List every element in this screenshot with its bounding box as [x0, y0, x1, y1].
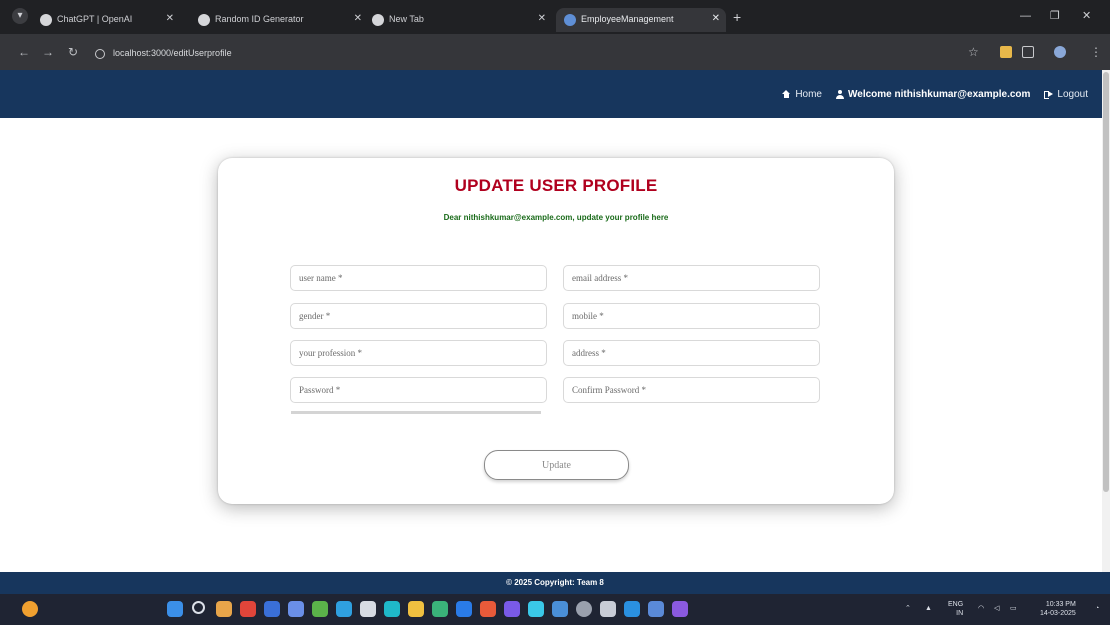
tab-favicon-icon [372, 13, 384, 26]
browser-menu-icon[interactable]: ⋮ [1090, 45, 1102, 59]
clock-date: 14-03-2025 [1040, 610, 1076, 617]
taskbar-app-icon[interactable] [456, 601, 472, 617]
os-taskbar: ⌃ ▲ ENG IN ◠ ◁ ▭ 10:33 PM 14-03-2025 ◔ [0, 594, 1110, 625]
footer-copyright: © 2025 Copyright: Team 8 [506, 578, 604, 587]
gender-input[interactable] [290, 303, 547, 329]
app-navbar: Home Welcome nithishkumar@example.com Lo… [0, 70, 1110, 118]
taskbar-app-icon[interactable] [528, 601, 544, 617]
nav-home-link[interactable]: Home [782, 89, 822, 100]
browser-tab-strip: ▾ ChatGPT | OpenAI ✕ Random ID Generator… [0, 0, 1110, 34]
tray-app-icon[interactable]: ▲ [925, 604, 932, 613]
logout-icon [1044, 90, 1054, 99]
language-line2: IN [956, 610, 964, 617]
taskbar-app-icon[interactable] [576, 601, 592, 617]
password-hint [291, 410, 541, 416]
reload-icon[interactable]: ↻ [68, 45, 78, 59]
restore-icon[interactable]: ❐ [1050, 8, 1060, 24]
page-scrollbar[interactable] [1102, 70, 1110, 572]
search-icon[interactable] [192, 601, 205, 614]
nav-welcome-user[interactable]: Welcome nithishkumar@example.com [836, 89, 1030, 100]
home-icon [782, 90, 791, 98]
taskbar-app-icon[interactable] [480, 601, 496, 617]
confirm-password-input[interactable] [563, 377, 820, 403]
taskbar-app-icon[interactable] [264, 601, 280, 617]
tab-favicon-icon [40, 13, 52, 26]
language-indicator[interactable]: ENG IN [948, 600, 963, 618]
password-hint-scribble [291, 411, 541, 414]
taskbar-app-icon[interactable] [240, 601, 256, 617]
form-subtitle: Dear nithishkumar@example.com, update yo… [443, 213, 669, 222]
welcome-text: Welcome nithishkumar@example.com [848, 88, 1031, 100]
tab-label: EmployeeManagement [581, 14, 674, 24]
address-input[interactable] [563, 340, 820, 366]
nav-logout-link[interactable]: Logout [1044, 89, 1088, 100]
battery-icon[interactable]: ▭ [1010, 604, 1017, 613]
tab-favicon-icon [198, 13, 210, 26]
taskbar-app-icon[interactable] [288, 601, 304, 617]
user-icon [836, 89, 844, 99]
scrollbar-thumb[interactable] [1103, 72, 1109, 492]
page-title: UPDATE USER PROFILE [454, 176, 658, 195]
volume-icon[interactable]: ◁ [994, 604, 999, 613]
wifi-icon[interactable]: ◠ [978, 604, 984, 613]
url-text: localhost:3000/editUserprofile [113, 48, 232, 58]
tab-label: Random ID Generator [215, 14, 304, 24]
tab-chatgpt[interactable]: ChatGPT | OpenAI ✕ [40, 8, 180, 32]
profession-input[interactable] [290, 340, 547, 366]
start-menu-icon[interactable] [167, 601, 183, 617]
tray-chevron-icon[interactable]: ⌃ [905, 604, 911, 613]
forward-icon[interactable]: → [42, 45, 54, 59]
email-input[interactable] [563, 265, 820, 291]
taskbar-app-icon[interactable] [648, 601, 664, 617]
minimize-icon[interactable]: — [1020, 8, 1031, 24]
username-input[interactable] [290, 265, 547, 291]
taskbar-app-icon[interactable] [600, 601, 616, 617]
taskbar-app-icon[interactable] [216, 601, 232, 617]
tab-label: ChatGPT | OpenAI [57, 14, 133, 24]
close-tab-icon[interactable]: ✕ [354, 8, 362, 30]
clock-time: 10:33 PM [1045, 601, 1076, 608]
site-info-icon[interactable] [95, 48, 105, 59]
back-icon[interactable]: ← [18, 45, 30, 59]
profile-avatar-icon[interactable] [1054, 46, 1066, 58]
close-tab-icon[interactable]: ✕ [712, 8, 720, 30]
taskbar-app-icon[interactable] [624, 601, 640, 617]
taskbar-app-icon[interactable] [552, 601, 568, 617]
update-profile-card: UPDATE USER PROFILE Dear nithishkumar@ex… [218, 158, 894, 504]
address-bar[interactable]: localhost:3000/editUserprofile [95, 43, 955, 63]
tab-search-icon[interactable]: ▾ [12, 8, 28, 24]
close-tab-icon[interactable]: ✕ [166, 8, 174, 30]
taskbar-app-icon[interactable] [384, 601, 400, 617]
password-input[interactable] [290, 377, 547, 403]
taskbar-app-icon[interactable] [672, 601, 688, 617]
nav-logout-label: Logout [1057, 88, 1088, 100]
tab-new-tab[interactable]: New Tab ✕ [372, 8, 552, 32]
tab-employee-management[interactable]: EmployeeManagement ✕ [556, 8, 726, 32]
nav-home-label: Home [795, 88, 822, 100]
taskbar-app-icon[interactable] [432, 601, 448, 617]
mobile-input[interactable] [563, 303, 820, 329]
tab-favicon-icon [564, 13, 576, 26]
taskbar-app-icon[interactable] [360, 601, 376, 617]
clock[interactable]: 10:33 PM 14-03-2025 [1040, 600, 1076, 618]
close-tab-icon[interactable]: ✕ [538, 8, 546, 30]
update-button[interactable]: Update [484, 450, 629, 480]
new-tab-icon[interactable]: + [733, 8, 741, 26]
language-line1: ENG [948, 601, 964, 608]
taskbar-app-icon[interactable] [504, 601, 520, 617]
tab-random-id-generator[interactable]: Random ID Generator ✕ [198, 8, 368, 32]
taskbar-app-icon[interactable] [312, 601, 328, 617]
close-window-icon[interactable]: ✕ [1082, 8, 1091, 24]
extension-icon[interactable] [1000, 46, 1012, 58]
taskbar-app-icon[interactable] [336, 601, 352, 617]
browser-toolbar: ← → ↻ localhost:3000/editUserprofile ☆ ⋮ [0, 34, 1110, 70]
widgets-icon[interactable] [22, 601, 38, 617]
taskbar-app-icon[interactable] [408, 601, 424, 617]
tab-label: New Tab [389, 14, 424, 24]
page-footer: © 2025 Copyright: Team 8 [0, 572, 1110, 594]
notification-icon[interactable]: ◔ [1095, 604, 1099, 613]
sidepanel-icon[interactable] [1022, 46, 1034, 58]
bookmark-star-icon[interactable]: ☆ [968, 45, 979, 59]
